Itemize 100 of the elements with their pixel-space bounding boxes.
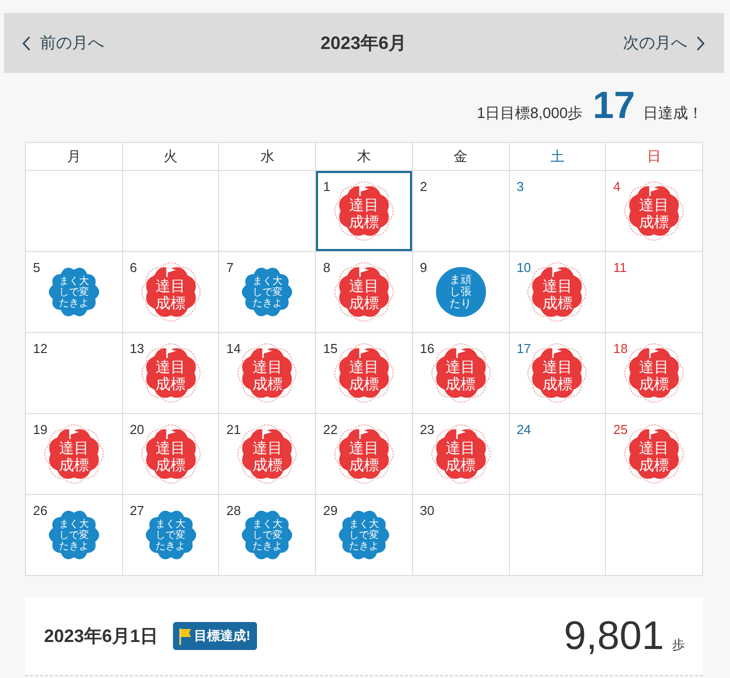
day-number: 7 xyxy=(226,261,234,274)
weekday-header: 木 xyxy=(316,143,412,170)
stamp-text: 目標達成 xyxy=(348,198,379,231)
day-number: 16 xyxy=(420,342,434,355)
day-cell[interactable]: 5 大変よくできました xyxy=(26,252,122,332)
day-cell[interactable]: 13 目標達成 xyxy=(122,333,218,413)
stamp-text: 目標達成 xyxy=(348,360,379,393)
stamp-text: 目標達成 xyxy=(156,279,186,312)
day-cell[interactable]: 23 目標達成 xyxy=(412,414,509,494)
stamp-text: 大変よくできました xyxy=(252,276,282,309)
day-number: 25 xyxy=(613,423,628,436)
stamp-text: 目標達成 xyxy=(58,441,89,474)
day-cell[interactable]: 2 xyxy=(412,171,509,251)
step-unit: 歩 xyxy=(672,636,685,654)
day-cell[interactable]: 27 大変よくできました xyxy=(122,495,218,575)
flag-icon xyxy=(166,429,176,439)
flag-icon xyxy=(166,267,176,277)
day-number: 4 xyxy=(613,180,621,193)
day-cell[interactable]: 6 目標達成 xyxy=(122,252,218,332)
day-number: 18 xyxy=(613,342,628,355)
day-number: 14 xyxy=(226,342,241,355)
stamp-text: 目標達成 xyxy=(542,360,572,393)
day-cell[interactable]: 14 目標達成 xyxy=(219,333,316,413)
flag-icon xyxy=(649,186,660,196)
next-month-button[interactable]: 次の月へ xyxy=(619,28,709,58)
stamp-text: 大変よくできました xyxy=(58,276,89,309)
weekday-header: 月 xyxy=(26,143,122,170)
day-cell[interactable]: 4 目標達成 xyxy=(606,171,702,251)
stamp-text: 大変よくできました xyxy=(58,519,89,552)
day-cell[interactable]: 17 目標達成 xyxy=(510,333,606,413)
flag-icon xyxy=(68,429,79,439)
day-cell[interactable]: 8 目標達成 xyxy=(316,252,412,332)
day-number: 13 xyxy=(130,342,144,355)
day-cell[interactable]: 15 目標達成 xyxy=(316,333,412,413)
day-cell[interactable]: 19 目標達成 xyxy=(26,414,122,494)
previous-month-button[interactable]: 前の月へ xyxy=(18,28,108,58)
badge-label: 目標達成! xyxy=(194,627,250,645)
stamp-text: 目標達成 xyxy=(446,360,476,393)
flag-icon xyxy=(649,429,660,439)
day-cell[interactable]: 1 目標達成 xyxy=(316,171,412,251)
day-number: 8 xyxy=(323,261,330,274)
weekday-header: 日 xyxy=(606,143,702,170)
day-number: 11 xyxy=(613,261,627,274)
day-cell[interactable]: 24 xyxy=(510,414,606,494)
day-cell[interactable]: 18 目標達成 xyxy=(606,333,702,413)
stamp-text: 目標達成 xyxy=(156,441,186,474)
day-cell[interactable]: 25 目標達成 xyxy=(606,414,702,494)
stamp-text: 頑張りました xyxy=(450,274,472,310)
flag-icon xyxy=(456,348,466,358)
stamp-text: 目標達成 xyxy=(252,360,282,393)
day-number: 24 xyxy=(516,423,532,436)
day-cell[interactable]: 16 目標達成 xyxy=(412,333,509,413)
day-cell[interactable]: 22 目標達成 xyxy=(316,414,412,494)
selected-date: 2023年6月1日 xyxy=(44,625,158,648)
day-cell[interactable]: 29 大変よくできました xyxy=(316,495,412,575)
day-cell[interactable]: 21 目標達成 xyxy=(219,414,316,494)
stamp-text: 目標達成 xyxy=(446,441,476,474)
flag-icon xyxy=(179,628,192,644)
stamp-text: 目標達成 xyxy=(252,441,282,474)
flag-icon xyxy=(166,348,176,358)
day-number: 17 xyxy=(516,342,532,355)
flag-icon xyxy=(358,267,369,277)
day-cell[interactable]: 12 xyxy=(26,333,122,413)
day-cell[interactable]: 11 xyxy=(606,252,702,332)
day-number: 10 xyxy=(516,261,532,274)
step-count: 9,801 xyxy=(564,616,664,656)
day-cell[interactable]: 30 xyxy=(412,495,509,575)
stamp-text: 目標達成 xyxy=(156,360,186,393)
day-number: 9 xyxy=(420,261,428,274)
chevron-left-icon xyxy=(22,36,31,50)
day-cell[interactable]: 7 大変よくできました xyxy=(219,252,316,332)
day-number: 26 xyxy=(33,504,48,517)
day-number: 23 xyxy=(420,423,434,436)
flag-icon xyxy=(649,348,660,358)
stamp-text: 目標達成 xyxy=(639,198,670,231)
stamp-text: 大変よくできました xyxy=(348,519,379,552)
day-number: 1 xyxy=(323,180,330,193)
day-number: 19 xyxy=(33,423,48,436)
day-number: 20 xyxy=(130,423,144,436)
flag-icon xyxy=(358,429,369,439)
chevron-right-icon xyxy=(696,36,705,50)
stamp-text: 目標達成 xyxy=(348,441,379,474)
day-cell[interactable]: 10 目標達成 xyxy=(510,252,606,332)
weekday-header: 火 xyxy=(122,143,218,170)
weekday-header: 金 xyxy=(412,143,509,170)
flag-icon xyxy=(262,348,272,358)
flag-icon xyxy=(552,348,562,358)
day-number: 6 xyxy=(130,261,137,274)
day-cell[interactable]: 28 大変よくできました xyxy=(219,495,316,575)
day-cell[interactable]: 9 頑張りました xyxy=(412,252,509,332)
day-cell[interactable]: 20 目標達成 xyxy=(122,414,218,494)
achieved-days-text: 日達成！ xyxy=(643,104,703,123)
weekday-header: 水 xyxy=(219,143,316,170)
day-cell[interactable]: 3 xyxy=(510,171,606,251)
day-cell[interactable]: 26 大変よくできました xyxy=(26,495,122,575)
flag-icon xyxy=(262,429,272,439)
day-number: 30 xyxy=(420,504,434,517)
stamp-text: 大変よくできました xyxy=(252,519,282,552)
flag-icon xyxy=(552,267,562,277)
day-number: 12 xyxy=(33,342,48,355)
